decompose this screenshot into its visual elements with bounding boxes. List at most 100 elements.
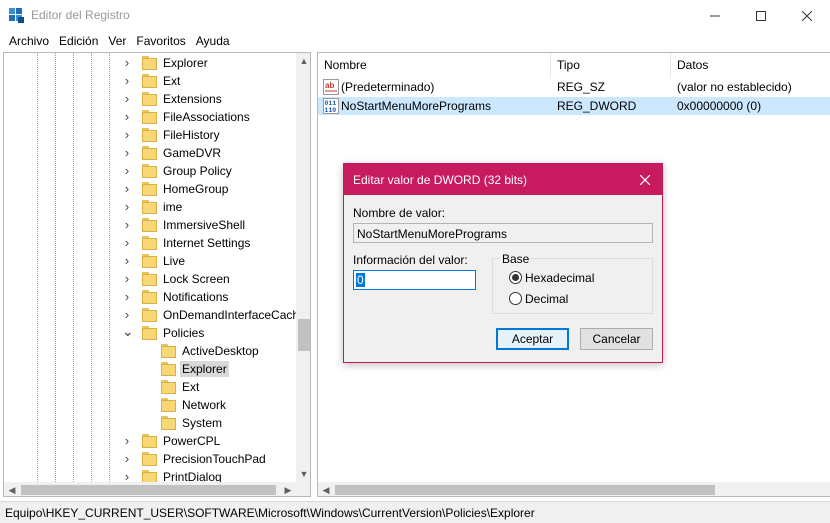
- tree-item[interactable]: › OnDemandInterfaceCach: [4, 306, 299, 324]
- window-title: Editor del Registro: [31, 8, 130, 22]
- folder-icon: [142, 74, 158, 88]
- tree-item[interactable]: › GameDVR: [4, 144, 296, 162]
- hexadecimal-radio[interactable]: [509, 271, 522, 284]
- tree-item-label: Ext: [182, 380, 200, 394]
- value-name-field: NoStartMenuMorePrograms: [353, 223, 653, 243]
- tree-item[interactable]: Network: [4, 396, 296, 414]
- tree-item-label: Ext: [163, 74, 181, 88]
- dialog-title-bar: Editar valor de DWORD (32 bits): [344, 164, 662, 195]
- chevron-right-icon[interactable]: ›: [122, 236, 132, 249]
- decimal-radio[interactable]: [509, 292, 522, 305]
- tree-hscroll-thumb[interactable]: [21, 485, 276, 495]
- chevron-right-icon[interactable]: ›: [122, 308, 132, 321]
- tree-item[interactable]: › Extensions: [4, 90, 296, 108]
- list-horizontal-scrollbar[interactable]: ◀: [318, 482, 830, 496]
- tree-item[interactable]: › PowerCPL: [4, 432, 296, 450]
- menu-ayuda[interactable]: Ayuda: [191, 31, 235, 51]
- menu-archivo[interactable]: Archivo: [0, 31, 54, 51]
- menu-ver[interactable]: Ver: [103, 31, 131, 51]
- scroll-right-icon[interactable]: ▶: [280, 482, 296, 496]
- menu-edicion[interactable]: Edición: [54, 31, 103, 51]
- tree-item[interactable]: › Live: [4, 252, 296, 270]
- scroll-down-icon[interactable]: ▼: [296, 466, 310, 482]
- folder-icon: [142, 200, 158, 214]
- scroll-left-icon[interactable]: ◀: [4, 482, 20, 496]
- chevron-right-icon[interactable]: ›: [122, 146, 132, 159]
- folder-icon: [142, 218, 158, 232]
- tree-item-label: Notifications: [163, 290, 229, 304]
- tree-item[interactable]: Ext: [4, 378, 296, 396]
- title-bar: Editor del Registro: [0, 0, 830, 31]
- chevron-right-icon[interactable]: ›: [122, 182, 132, 195]
- column-header-data[interactable]: Datos: [671, 53, 830, 77]
- tree-item-label: FileHistory: [163, 128, 220, 142]
- chevron-right-icon[interactable]: ›: [122, 164, 132, 177]
- minimize-button[interactable]: [692, 0, 738, 31]
- close-window-button[interactable]: [784, 0, 830, 31]
- chevron-right-icon[interactable]: ›: [122, 92, 132, 105]
- list-row-default[interactable]: ab (Predeterminado) REG_SZ (valor no est…: [318, 78, 830, 96]
- folder-icon: [142, 236, 158, 250]
- tree-item[interactable]: › FileAssociations: [4, 108, 296, 126]
- scroll-up-icon[interactable]: ▲: [296, 53, 310, 69]
- value-type: REG_SZ: [557, 80, 606, 94]
- tree-item[interactable]: Explorer: [4, 360, 296, 378]
- chevron-right-icon[interactable]: ›: [122, 218, 132, 231]
- tree-item[interactable]: › FileHistory: [4, 126, 296, 144]
- column-header-type[interactable]: Tipo: [551, 53, 671, 77]
- value-data-input[interactable]: 0: [353, 270, 476, 290]
- hexadecimal-label[interactable]: Hexadecimal: [525, 271, 594, 285]
- chevron-right-icon[interactable]: ›: [122, 74, 132, 87]
- value-data: (valor no establecido): [677, 80, 792, 94]
- chevron-down-icon[interactable]: ⌄: [122, 324, 134, 339]
- tree-item[interactable]: › HomeGroup: [4, 180, 296, 198]
- list-row-nostartmenumoreprograms[interactable]: 011 110 NoStartMenuMorePrograms REG_DWOR…: [318, 97, 830, 115]
- maximize-button[interactable]: [738, 0, 784, 31]
- registry-tree[interactable]: › Explorer › Ext › Extensions › FileAssociation…: [3, 52, 311, 497]
- tree-horizontal-scrollbar[interactable]: ◀ ▶: [4, 482, 296, 496]
- tree-vertical-scrollbar[interactable]: ▲ ▼: [296, 53, 310, 482]
- decimal-label[interactable]: Decimal: [525, 292, 568, 306]
- chevron-right-icon[interactable]: ›: [122, 254, 132, 267]
- chevron-right-icon[interactable]: ›: [122, 434, 132, 447]
- tree-item-label: GameDVR: [163, 146, 222, 160]
- tree-item[interactable]: › ime: [4, 198, 296, 216]
- chevron-right-icon[interactable]: ›: [122, 290, 132, 303]
- chevron-right-icon[interactable]: ›: [122, 110, 132, 123]
- scroll-left-icon[interactable]: ◀: [318, 482, 334, 496]
- maximize-icon: [756, 10, 766, 21]
- tree-item[interactable]: › Internet Settings: [4, 234, 296, 252]
- chevron-right-icon[interactable]: ›: [122, 200, 132, 213]
- tree-item[interactable]: › PrecisionTouchPad: [4, 450, 296, 468]
- tree-item[interactable]: ⌄ Policies: [4, 324, 296, 342]
- chevron-right-icon[interactable]: ›: [122, 56, 132, 69]
- tree-scroll-thumb[interactable]: [298, 319, 310, 351]
- value-type: REG_DWORD: [557, 99, 637, 113]
- tree-item[interactable]: › Group Policy: [4, 162, 296, 180]
- tree-item[interactable]: › Explorer: [4, 54, 296, 72]
- tree-item[interactable]: ActiveDesktop: [4, 342, 296, 360]
- ok-button[interactable]: Aceptar: [496, 328, 569, 350]
- string-value-icon: ab: [323, 79, 339, 95]
- chevron-right-icon[interactable]: ›: [122, 128, 132, 141]
- folder-icon: [142, 164, 158, 178]
- dialog-close-button[interactable]: [628, 164, 662, 195]
- folder-icon: [161, 362, 177, 376]
- tree-item[interactable]: › Notifications: [4, 288, 296, 306]
- tree-item[interactable]: › Lock Screen: [4, 270, 296, 288]
- svg-text:110: 110: [325, 107, 337, 114]
- cancel-button[interactable]: Cancelar: [580, 328, 653, 350]
- tree-item[interactable]: System: [4, 414, 296, 432]
- minimize-icon: [710, 15, 720, 16]
- menu-favoritos[interactable]: Favoritos: [131, 31, 190, 51]
- chevron-right-icon[interactable]: ›: [122, 452, 132, 465]
- list-hscroll-thumb[interactable]: [335, 485, 715, 495]
- tree-item[interactable]: › Ext: [4, 72, 296, 90]
- chevron-right-icon[interactable]: ›: [122, 272, 132, 285]
- column-header-name[interactable]: Nombre: [318, 53, 551, 77]
- tree-item-label: Network: [182, 398, 227, 412]
- folder-icon: [142, 146, 158, 160]
- folder-icon: [142, 434, 158, 448]
- folder-icon: [142, 272, 158, 286]
- tree-item[interactable]: › ImmersiveShell: [4, 216, 296, 234]
